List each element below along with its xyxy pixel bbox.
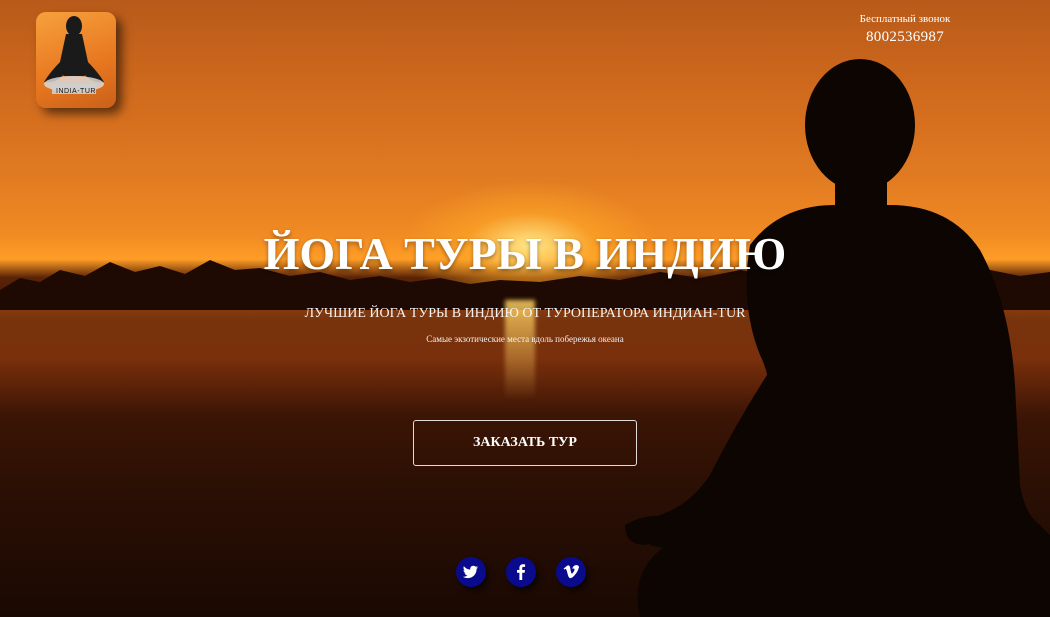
page-title: ЙОГА ТУРЫ В ИНДИЮ — [263, 228, 787, 279]
twitter-link[interactable] — [456, 557, 486, 587]
contact-block: Бесплатный звонок 8002536987 — [850, 12, 960, 48]
phone-number[interactable]: 8002536987 — [850, 26, 960, 48]
logo-text: INDIA-TUR — [56, 88, 96, 95]
page-subtitle: ЛУЧШИЕ ЙОГА ТУРЫ В ИНДИЮ ОТ ТУРОПЕРАТОРА… — [304, 306, 746, 321]
free-call-label: Бесплатный звонок — [859, 13, 951, 25]
social-links — [455, 557, 595, 591]
vimeo-icon — [563, 565, 580, 579]
facebook-link[interactable] — [506, 557, 536, 587]
order-tour-button[interactable]: ЗАКАЗАТЬ ТУР — [413, 420, 637, 466]
page-tagline: Самые экзотические места вдоль побережья… — [426, 334, 624, 344]
facebook-icon — [517, 564, 526, 580]
site-logo[interactable]: INDIA-TUR — [36, 12, 116, 108]
twitter-icon — [462, 565, 479, 579]
vimeo-link[interactable] — [556, 557, 586, 587]
